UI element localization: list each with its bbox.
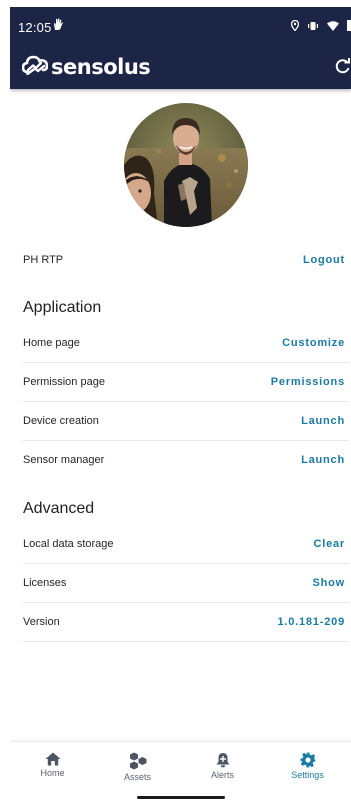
- logout-button[interactable]: Logout: [303, 254, 349, 266]
- setting-label: Sensor manager: [23, 453, 105, 466]
- assets-hexagons-icon: [129, 752, 146, 770]
- settings-row-licenses: Licenses Show: [23, 563, 349, 603]
- settings-row-device-creation: Device creation Launch: [23, 401, 349, 441]
- home-icon: [45, 752, 60, 766]
- device-creation-launch-button[interactable]: Launch: [301, 415, 349, 427]
- gesture-handle[interactable]: [137, 796, 225, 799]
- status-bar: 12:05: [10, 7, 351, 43]
- nav-item-home[interactable]: Home: [10, 742, 95, 792]
- nav-item-alerts[interactable]: Alerts: [180, 742, 265, 792]
- settings-row-version: Version 1.0.181-209: [23, 602, 349, 642]
- nav-label: Home: [40, 768, 65, 778]
- system-gesture-area: [10, 791, 351, 803]
- advanced-section-title: Advanced: [23, 500, 95, 517]
- settings-row-permission-page: Permission page Permissions: [23, 362, 349, 402]
- status-icons: [290, 19, 351, 34]
- customize-button[interactable]: Customize: [282, 337, 349, 349]
- setting-label: Device creation: [23, 414, 99, 427]
- bottom-navigation: Home Assets Alerts Settings: [10, 741, 351, 792]
- hand-gesture-icon: [53, 18, 63, 34]
- sensolus-logo-icon: [21, 53, 49, 80]
- setting-label: Home page: [23, 336, 80, 349]
- wifi-icon: [327, 19, 339, 34]
- application-section-title: Application: [23, 299, 102, 316]
- brand-name: sensolus: [51, 54, 151, 79]
- nav-label: Assets: [123, 772, 151, 782]
- nav-label: Alerts: [210, 770, 234, 780]
- settings-row-local-data-storage: Local data storage Clear: [23, 524, 349, 564]
- setting-label: Local data storage: [23, 537, 114, 550]
- user-name: PH RTP: [23, 253, 64, 266]
- app-bar: sensolus: [10, 43, 351, 89]
- settings-row-sensor-manager: Sensor manager Launch: [23, 440, 349, 479]
- settings-row-home-page: Home page Customize: [23, 323, 349, 363]
- setting-label: Version: [23, 615, 60, 628]
- refresh-icon[interactable]: [335, 56, 351, 76]
- left-edge: [0, 0, 10, 803]
- profile-avatar: [124, 103, 248, 227]
- sensor-manager-launch-button[interactable]: Launch: [301, 454, 349, 466]
- status-time: 12:05: [18, 20, 52, 35]
- app-screen: 12:05 sensolus PH RTP Logout Application…: [10, 7, 351, 803]
- battery-icon: [347, 19, 351, 34]
- setting-label: Permission page: [23, 375, 105, 388]
- location-icon: [290, 19, 300, 34]
- clear-storage-button[interactable]: Clear: [313, 538, 349, 550]
- show-licenses-button[interactable]: Show: [312, 577, 349, 589]
- setting-label: Licenses: [23, 576, 67, 589]
- profile-row: PH RTP Logout: [23, 240, 349, 279]
- nav-item-assets[interactable]: Assets: [95, 742, 180, 792]
- brand-logo: sensolus: [21, 53, 151, 80]
- phone-frame: 12:05 sensolus PH RTP Logout Application…: [0, 0, 351, 803]
- alert-bell-icon: [216, 753, 229, 768]
- nav-item-settings[interactable]: Settings: [265, 742, 350, 792]
- version-value: 1.0.181-209: [277, 615, 345, 628]
- settings-gear-icon: [300, 752, 315, 768]
- nav-label: Settings: [291, 770, 324, 780]
- permissions-button[interactable]: Permissions: [271, 376, 349, 388]
- vibrate-icon: [307, 19, 319, 34]
- settings-content: PH RTP Logout Application Home page Cust…: [10, 89, 351, 741]
